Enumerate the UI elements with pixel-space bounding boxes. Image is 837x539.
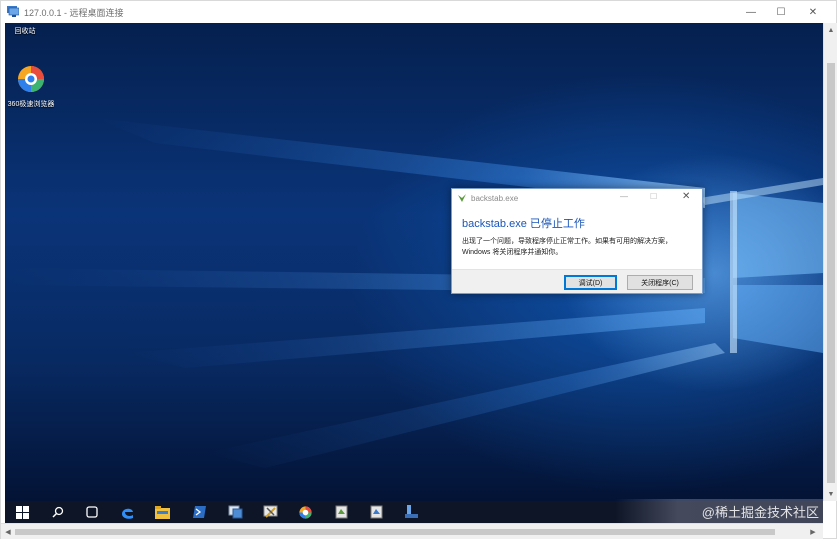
360-browser-icon [18, 66, 44, 92]
close-button[interactable]: ✕ [799, 1, 827, 23]
dialog-minimize-button[interactable]: — [620, 192, 628, 201]
scroll-down-arrow-icon[interactable]: ▼ [824, 487, 837, 501]
scroll-right-arrow-icon[interactable]: ▶ [807, 526, 819, 538]
recycle-bin-label: 回收站 [14, 28, 36, 35]
watermark: @稀土掘金技术社区 [615, 499, 823, 523]
app-icon-5[interactable] [402, 504, 420, 520]
vertical-scrollbar[interactable]: ▲ ▼ [823, 23, 837, 501]
search-icon[interactable] [49, 504, 67, 520]
close-program-button[interactable]: 关闭程序(C) [627, 275, 693, 290]
app-icon-4[interactable] [367, 504, 385, 520]
dialog-heading: backstab.exe 已停止工作 [462, 218, 585, 230]
app-icon-1[interactable] [226, 504, 244, 520]
error-dialog: backstab.exe — ☐ ✕ backstab.exe 已停止工作 出现… [451, 188, 703, 294]
horizontal-scrollbar[interactable]: ◀ ▶ [1, 523, 823, 539]
edge-icon[interactable] [118, 504, 136, 520]
minimize-button[interactable]: — [737, 1, 765, 23]
dialog-close-button[interactable]: ✕ [682, 191, 690, 202]
scroll-up-arrow-icon[interactable]: ▲ [824, 23, 837, 37]
debug-button[interactable]: 调试(D) [564, 275, 617, 290]
desktop-icon-360-browser[interactable]: 360极速浏览器 [5, 63, 59, 109]
dialog-message: 出现了一个问题，导致程序停止正常工作。如果有可用的解决方案，Windows 将关… [462, 238, 672, 256]
desktop-icon-recycle-bin[interactable]: 回收站 [5, 27, 53, 36]
rdp-titlebar[interactable]: 127.0.0.1 - 远程桌面连接 — ☐ ✕ [1, 1, 836, 23]
dialog-maximize-button: ☐ [650, 192, 658, 201]
app-icon-2[interactable] [261, 504, 279, 520]
task-view-icon[interactable] [83, 504, 101, 520]
360-browser-taskbar-icon[interactable] [296, 504, 314, 520]
vertical-scroll-thumb[interactable] [827, 63, 835, 483]
360-browser-label: 360极速浏览器 [7, 101, 55, 108]
dialog-footer: 调试(D) 关闭程序(C) [452, 269, 702, 293]
app-icon-3[interactable] [332, 504, 350, 520]
rdp-window-title: 127.0.0.1 - 远程桌面连接 [24, 8, 124, 18]
remote-desktop-window: 127.0.0.1 - 远程桌面连接 — ☐ ✕ 回收站 360极速浏览器 ba… [0, 0, 837, 539]
horizontal-scroll-thumb[interactable] [15, 529, 775, 535]
file-explorer-icon[interactable] [153, 504, 171, 520]
scroll-left-arrow-icon[interactable]: ◀ [2, 526, 14, 538]
start-icon[interactable] [13, 504, 31, 520]
remote-desktop-area[interactable]: 回收站 360极速浏览器 backstab.exe — ☐ ✕ backstab… [5, 23, 823, 501]
backstab-app-icon [458, 194, 466, 202]
maximize-button[interactable]: ☐ [767, 1, 795, 23]
dialog-title: backstab.exe [471, 194, 519, 203]
powershell-icon[interactable] [190, 504, 208, 520]
dialog-titlebar[interactable]: backstab.exe — ☐ ✕ [452, 189, 702, 207]
remote-desktop-icon [7, 6, 19, 17]
